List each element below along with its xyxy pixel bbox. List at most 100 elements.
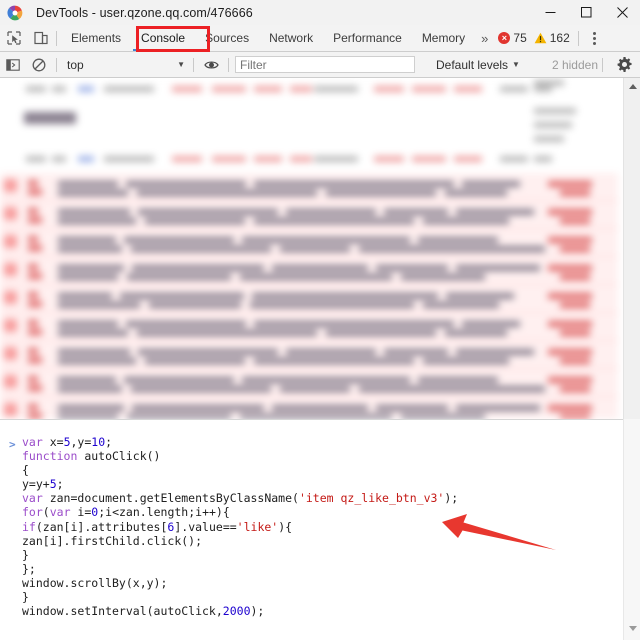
blurred-text-run — [462, 321, 520, 327]
warning-counter[interactable]: 162 — [534, 31, 570, 45]
blurred-text-run — [290, 156, 312, 162]
blurred-text-run — [500, 156, 528, 162]
error-counter[interactable]: × 75 — [498, 31, 526, 45]
blurred-text-run — [137, 330, 317, 336]
blurred-text-run — [560, 386, 590, 392]
error-icon — [4, 179, 17, 192]
maximize-button[interactable] — [568, 0, 604, 25]
blurred-text-run — [28, 273, 42, 279]
execution-context-select[interactable]: top ▼ — [61, 52, 189, 77]
live-expression-button[interactable] — [198, 52, 224, 77]
blurred-text-run — [560, 330, 590, 336]
blurred-error-row[interactable] — [0, 173, 618, 201]
tab-performance-label: Performance — [333, 31, 402, 45]
error-icon — [4, 235, 17, 248]
kebab-dot — [593, 37, 596, 40]
kebab-menu-icon[interactable] — [585, 25, 605, 51]
code-token: var — [50, 505, 78, 519]
code-token: ;i<zan.length;i++){ — [98, 505, 230, 519]
inspect-element-button[interactable] — [0, 25, 27, 51]
code-line: } — [22, 590, 458, 604]
scroll-up-arrow-icon[interactable] — [624, 78, 640, 94]
code-token: ; — [57, 477, 64, 491]
code-line: window.scrollBy(x,y); — [22, 576, 458, 590]
blurred-error-row[interactable] — [0, 257, 618, 285]
scroll-down-arrow-icon[interactable] — [624, 620, 640, 636]
chevron-down-icon: ▼ — [177, 60, 189, 69]
blurred-text-run — [548, 349, 592, 355]
device-toolbar-button[interactable] — [27, 25, 54, 51]
code-line: y=y+5; — [22, 477, 458, 491]
blurred-text-run — [454, 86, 482, 92]
tab-sources[interactable]: Sources — [195, 25, 259, 51]
filter-input[interactable] — [235, 56, 415, 73]
console-input-code[interactable]: var x=5,y=10;function autoClick(){y=y+5;… — [22, 435, 458, 618]
blurred-top-block — [0, 78, 618, 186]
settings-button[interactable] — [611, 52, 637, 77]
blurred-text-run — [127, 274, 231, 280]
tab-network-label: Network — [269, 31, 313, 45]
blurred-text-run — [445, 190, 507, 196]
blurred-text-run — [104, 86, 154, 92]
tab-elements-label: Elements — [71, 31, 121, 45]
code-token: if — [22, 520, 36, 534]
code-line: function autoClick() — [22, 449, 458, 463]
blurred-text-run — [126, 181, 246, 187]
code-line: var x=5,y=10; — [22, 435, 458, 449]
blurred-rows-container — [0, 78, 618, 419]
blurred-text-run — [534, 136, 564, 142]
blurred-error-row[interactable] — [0, 201, 618, 229]
code-token: window.setInterval(autoClick, — [22, 604, 223, 618]
blurred-text-run — [254, 181, 454, 187]
blurred-error-row[interactable] — [0, 285, 618, 313]
blurred-text-run — [534, 122, 572, 128]
code-token: 5 — [64, 435, 71, 449]
log-levels-select[interactable]: Default levels ▼ — [436, 58, 520, 72]
minimize-button[interactable] — [532, 0, 568, 25]
blurred-error-row[interactable] — [0, 397, 618, 419]
hidden-messages-count: 2 hidden — [552, 58, 598, 72]
clear-console-icon — [32, 58, 46, 72]
execution-context-value: top — [67, 58, 177, 72]
blurred-text-run — [560, 190, 590, 196]
tab-elements[interactable]: Elements — [61, 25, 131, 51]
console-message-list[interactable] — [0, 78, 640, 419]
code-token: window.scrollBy(x,y); — [22, 576, 167, 590]
console-filter-toolbar: top ▼ Default levels ▼ 2 hidden — [0, 52, 640, 78]
console-prompt-area[interactable]: > var x=5,y=10;function autoClick(){y=y+… — [0, 419, 640, 640]
console-scrollbar[interactable] — [623, 78, 640, 419]
more-tabs-button[interactable]: » — [475, 25, 494, 51]
code-line: var zan=document.getElementsByClassName(… — [22, 491, 458, 505]
blurred-text-run — [212, 86, 246, 92]
code-token: }; — [22, 562, 36, 576]
blurred-text-run — [28, 189, 42, 195]
blurred-error-row[interactable] — [0, 369, 618, 397]
tab-network[interactable]: Network — [259, 25, 323, 51]
blurred-text-run — [359, 246, 545, 252]
blurred-error-row[interactable] — [0, 229, 618, 257]
prompt-scrollbar[interactable] — [623, 419, 640, 640]
blurred-text-run — [445, 330, 507, 336]
code-token: } — [22, 590, 29, 604]
blurred-text-run — [58, 274, 118, 280]
blurred-text-run — [28, 208, 38, 214]
blurred-error-row[interactable] — [0, 341, 618, 369]
blurred-text-run — [423, 302, 499, 308]
tab-memory[interactable]: Memory — [412, 25, 475, 51]
console-sidebar-icon — [6, 58, 20, 72]
tab-performance[interactable]: Performance — [323, 25, 412, 51]
console-sidebar-button[interactable] — [0, 52, 26, 77]
blurred-text-run — [58, 246, 122, 252]
close-button[interactable] — [604, 0, 640, 25]
clear-console-button[interactable] — [26, 52, 52, 77]
blurred-text-run — [28, 385, 42, 391]
blurred-text-run — [242, 237, 410, 243]
code-token: ,y= — [71, 435, 92, 449]
blurred-text-run — [560, 246, 590, 252]
blurred-text-run — [548, 321, 592, 327]
blurred-error-row[interactable] — [0, 313, 618, 341]
code-token: ); — [444, 491, 458, 505]
tab-console[interactable]: Console — [131, 25, 195, 51]
blurred-text-run — [28, 357, 42, 363]
blurred-text-run — [131, 246, 271, 252]
